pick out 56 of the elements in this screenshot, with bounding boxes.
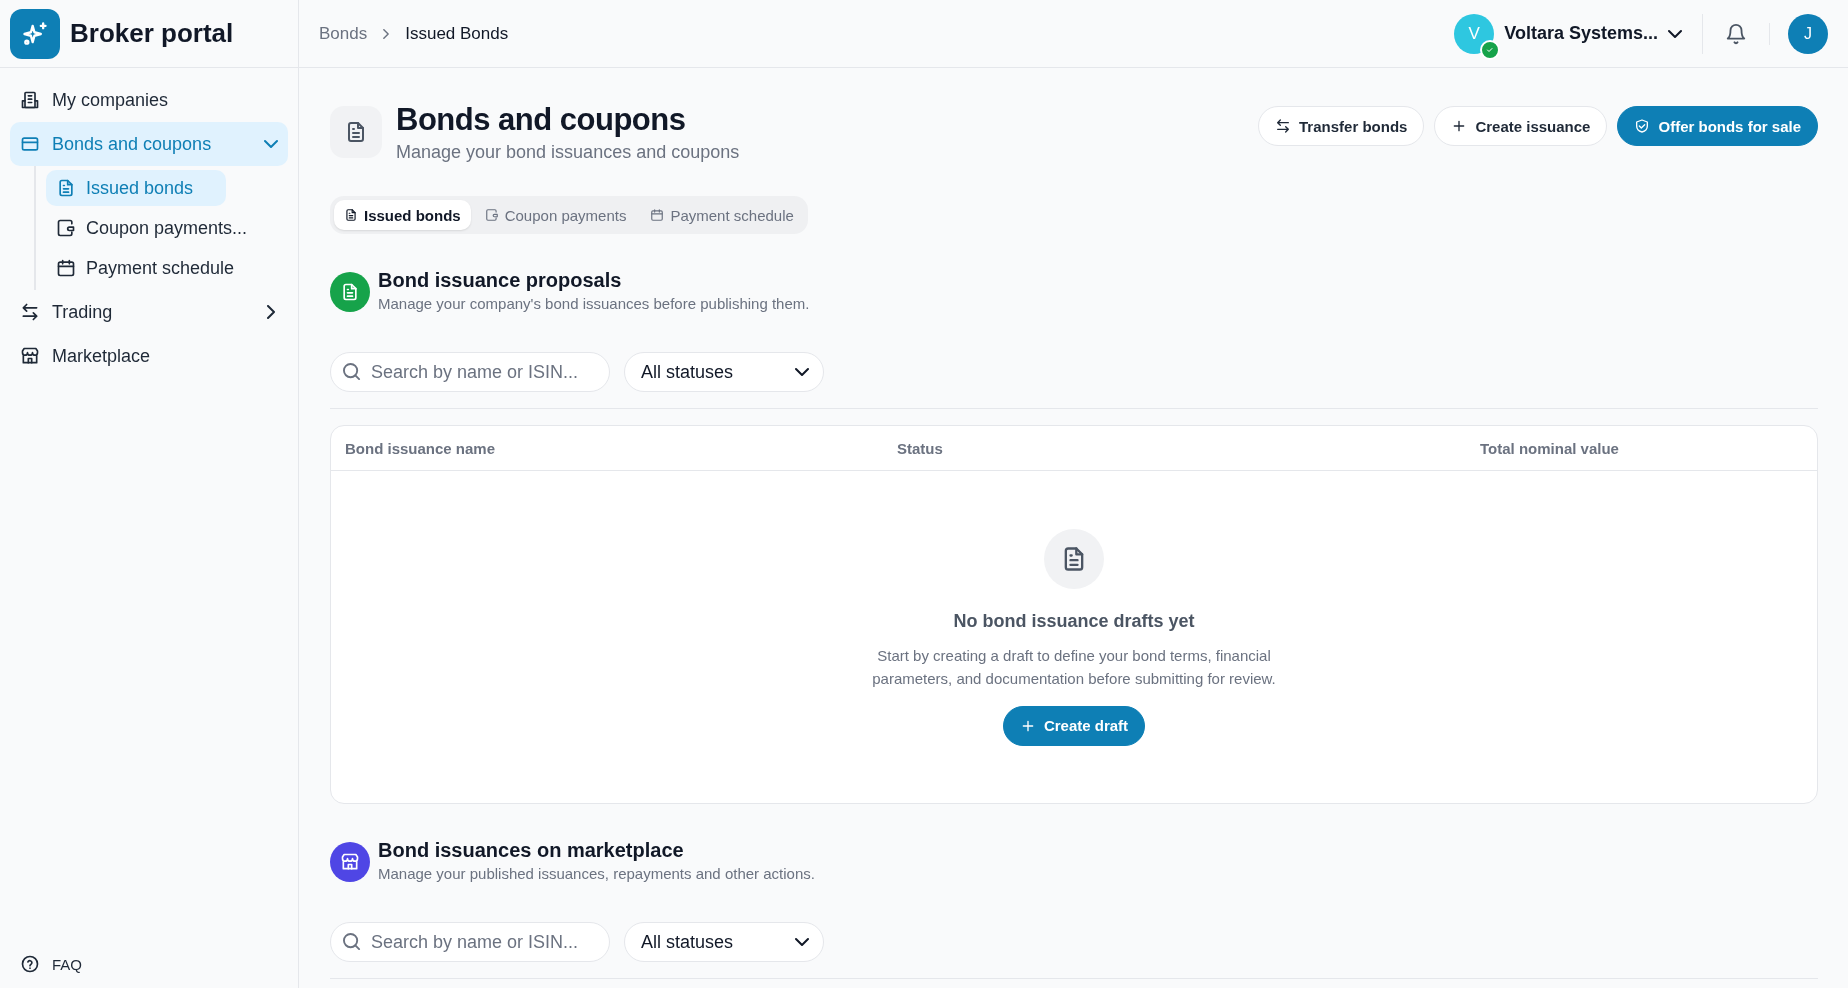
column-header: Bond issuance name [345, 439, 497, 457]
store-icon [20, 346, 40, 366]
tab[interactable]: Issued bonds [334, 200, 471, 230]
page-subtitle: Manage your bond issuances and coupons [396, 142, 741, 163]
building-icon [20, 90, 40, 110]
tab[interactable]: Payment schedule [640, 200, 804, 230]
empty-state-text: Start by creating a draft to define your bond terms, financial parameters, and documentation before submitting for review. [871, 645, 1277, 689]
tab[interactable]: Coupon payments [474, 200, 637, 230]
faq-link[interactable]: FAQ [0, 954, 298, 988]
arrows-icon [1275, 118, 1292, 134]
section-title: Bond issuances on marketplace [378, 839, 685, 862]
document-icon [56, 178, 76, 198]
document-icon [344, 208, 358, 222]
action-button[interactable]: Offer bonds for sale [1617, 106, 1818, 146]
chevron-down-icon [795, 365, 809, 379]
chevron-right-icon [381, 28, 392, 39]
breadcrumb[interactable]: Bonds [319, 23, 368, 44]
empty-state-title: No bond issuance drafts yet [953, 610, 1195, 632]
section-subtitle: Manage your company's bond issuances before publishing them. [378, 295, 810, 312]
status-dropdown[interactable]: All statuses [624, 352, 824, 392]
search-field[interactable]: Search by name or ISIN... [330, 352, 610, 392]
wallet-icon [484, 208, 499, 222]
section-subtitle: Manage your published issuances, repayments and other actions. [378, 865, 815, 882]
sparkle-icon [21, 19, 49, 48]
breadcrumb: Issued Bonds [405, 23, 509, 44]
calendar-icon [56, 258, 76, 278]
sidebar-item[interactable]: Trading [10, 290, 288, 334]
help-circle-icon [20, 954, 40, 974]
sidebar-subitem[interactable]: Coupon payments... [46, 210, 258, 246]
column-header: Status [897, 439, 944, 457]
sidebar-item[interactable]: Marketplace [10, 334, 288, 378]
app-name: Broker portal [70, 18, 234, 49]
action-button[interactable]: Transfer bonds [1258, 106, 1425, 146]
action-button[interactable]: Create issuance [1434, 106, 1608, 146]
store-icon [340, 852, 360, 872]
search-field[interactable]: Search by name or ISIN... [330, 922, 610, 962]
wallet-icon [56, 218, 76, 238]
sidebar-subitem[interactable]: Issued bonds [46, 170, 226, 206]
chevron-down-icon [795, 935, 809, 949]
bell-icon [1725, 22, 1747, 45]
sidebar-item[interactable]: My companies [10, 78, 288, 122]
create-draft-button[interactable]: Create draft [1002, 705, 1146, 746]
page-title: Bonds and coupons [396, 102, 687, 138]
status-dropdown[interactable]: All statuses [624, 922, 824, 962]
chevron-down-icon [264, 137, 278, 151]
company-switcher[interactable]: V Voltara Systems... [1454, 13, 1703, 54]
sidebar-subitem[interactable]: Payment schedule [46, 250, 245, 286]
user-avatar[interactable]: J [1788, 13, 1828, 54]
calendar-icon [650, 208, 665, 222]
sidebar-item[interactable]: Bonds and coupons [10, 122, 288, 166]
arrows-icon [20, 302, 40, 322]
column-header: Total nominal value [1480, 439, 1620, 457]
chevron-right-icon [264, 305, 278, 319]
card-icon [20, 134, 40, 154]
section-title: Bond issuance proposals [378, 269, 623, 292]
document-icon [340, 282, 360, 302]
